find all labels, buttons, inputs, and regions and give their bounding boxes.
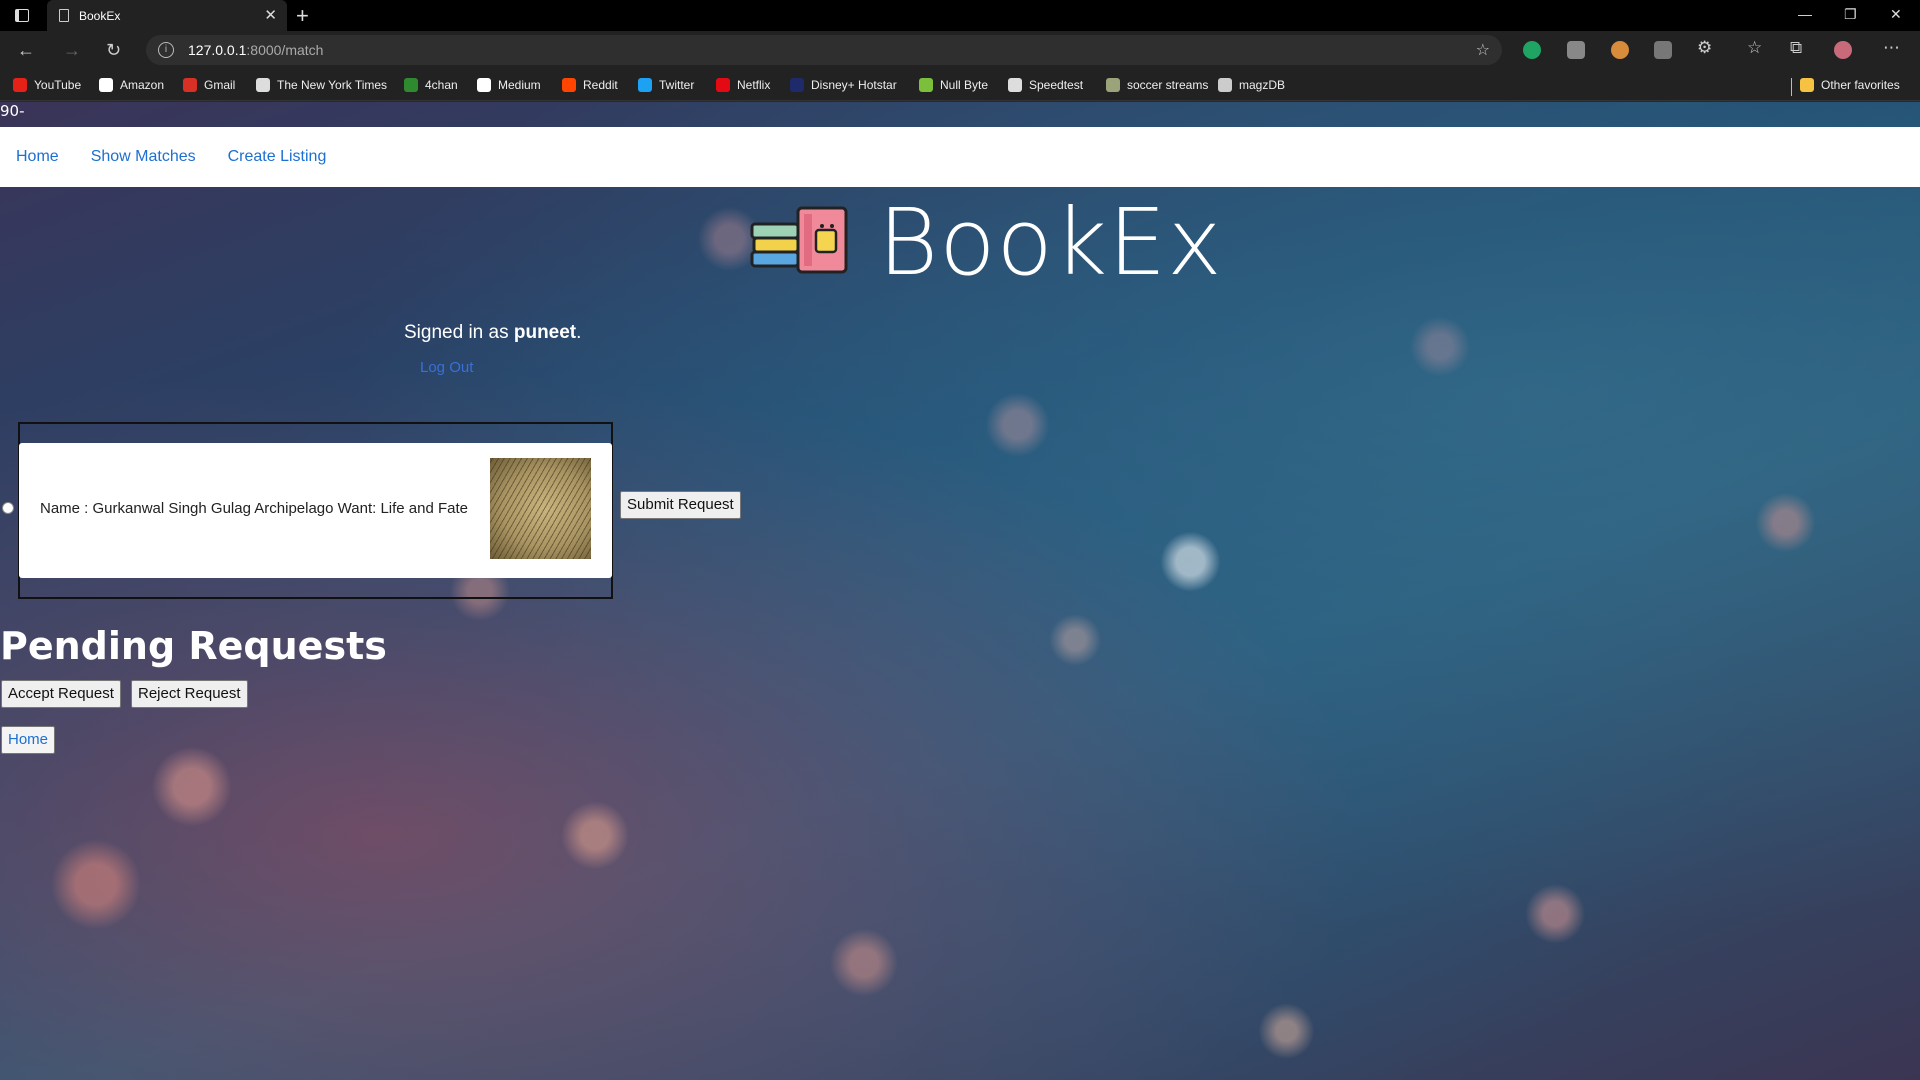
forward-icon[interactable]: → — [63, 40, 81, 61]
extension-badge-icon[interactable] — [1523, 41, 1541, 59]
bookmark-4chan[interactable]: 4chan — [404, 78, 458, 92]
bookmark-netflix[interactable]: Netflix — [716, 78, 770, 92]
home-button[interactable]: Home — [1, 726, 56, 754]
bookmarks-bar: YouTube Amazon Gmail The New York Times 4cha… — [0, 71, 1920, 101]
signed-in-status: Signed in as puneet. — [404, 322, 581, 344]
magzdb-icon — [1218, 78, 1232, 92]
bookmark-label: YouTube — [34, 78, 82, 92]
bookmarks-divider — [1791, 78, 1792, 96]
url-host: 127.0.0.1 — [188, 42, 247, 58]
netflix-icon — [716, 78, 730, 92]
back-icon[interactable]: ← — [17, 40, 35, 61]
browser-tab[interactable]: BookEx ✕ — [47, 0, 287, 31]
reject-request-button[interactable]: Reject Request — [131, 680, 248, 708]
signed-in-suffix: . — [576, 322, 582, 343]
gmail-icon — [183, 78, 197, 92]
speedtest-icon — [1008, 78, 1022, 92]
bookmark-null-byte[interactable]: Null Byte — [919, 78, 988, 92]
hotstar-icon — [790, 78, 804, 92]
bookmark-disney-hotstar[interactable]: Disney+ Hotstar — [790, 78, 897, 92]
bookmark-reddit[interactable]: Reddit — [562, 78, 618, 92]
minimize-icon[interactable]: — — [1798, 6, 1812, 22]
extension-face-icon[interactable] — [1611, 41, 1629, 59]
bookmark-label: Gmail — [204, 78, 236, 92]
bookmark-label: Amazon — [120, 78, 165, 92]
bookmark-label: soccer streams — [1127, 78, 1209, 92]
twitter-icon — [638, 78, 652, 92]
bookmark-label: The New York Times — [277, 78, 388, 92]
match-description: Name : Gurkanwal Singh Gulag Archipelago… — [40, 500, 469, 517]
brand-header: BookEx — [750, 189, 1223, 296]
match-radio[interactable] — [2, 502, 14, 514]
signed-in-prefix: Signed in as — [404, 322, 514, 343]
folder-icon — [1800, 78, 1814, 92]
soccer-icon — [1106, 78, 1120, 92]
bookmark-medium[interactable]: Medium — [477, 78, 541, 92]
favorite-star-icon[interactable]: ☆ — [1476, 40, 1490, 60]
extension-screen-icon[interactable] — [1654, 41, 1672, 59]
bookmark-speedtest[interactable]: Speedtest — [1008, 78, 1083, 92]
logout-link[interactable]: Log Out — [420, 359, 473, 376]
site-info-icon[interactable]: i — [158, 42, 174, 58]
bookmark-gmail[interactable]: Gmail — [183, 78, 235, 92]
other-favorites[interactable]: Other favorites — [1800, 78, 1900, 92]
bookmark-youtube[interactable]: YouTube — [13, 78, 81, 92]
bookmark-label: Disney+ Hotstar — [811, 78, 897, 92]
bookmark-amazon[interactable]: Amazon — [99, 78, 164, 92]
reddit-icon — [562, 78, 576, 92]
bookmark-label: Speedtest — [1029, 78, 1084, 92]
tab-actions-icon[interactable] — [15, 9, 29, 22]
pending-requests-heading: Pending Requests — [0, 624, 387, 668]
profile-avatar[interactable] — [1834, 41, 1852, 59]
bookmark-the-new-york-times[interactable]: The New York Times — [256, 78, 387, 92]
amazon-icon — [99, 78, 113, 92]
books-logo-icon — [750, 206, 848, 274]
restore-icon[interactable]: ❐ — [1844, 6, 1857, 23]
nav-show-matches-link[interactable]: Show Matches — [91, 148, 196, 166]
page-icon — [59, 9, 69, 22]
refresh-icon[interactable]: ↻ — [106, 40, 121, 61]
medium-icon — [477, 78, 491, 92]
youtube-icon — [13, 78, 27, 92]
close-tab-icon[interactable]: ✕ — [264, 6, 277, 24]
stray-text: 90- — [0, 102, 25, 120]
collections-icon[interactable]: ⧉ — [1790, 38, 1802, 58]
accept-request-button[interactable]: Accept Request — [1, 680, 121, 708]
more-menu-icon[interactable]: ⋯ — [1883, 38, 1900, 58]
address-toolbar: ← → ↻ i 127.0.0.1:8000/match ☆ ⚙ ☆ ⧉ ⋯ — [0, 31, 1920, 71]
browser-tab-strip: BookEx ✕ + — ❐ ✕ — [0, 0, 1920, 31]
bookmark-twitter[interactable]: Twitter — [638, 78, 694, 92]
match-card: Name : Gurkanwal Singh Gulag Archipelago… — [19, 443, 612, 578]
bookmark-label: Medium — [498, 78, 541, 92]
extension-icon[interactable] — [1567, 41, 1585, 59]
window-close-icon[interactable]: ✕ — [1890, 6, 1902, 23]
extensions-puzzle-icon[interactable]: ⚙ — [1697, 38, 1712, 58]
bookmark-soccer-streams[interactable]: soccer streams — [1106, 78, 1208, 92]
book-thumbnail — [490, 458, 591, 559]
bookmark-label: Reddit — [583, 78, 618, 92]
web-page: 90- Home Show Matches Create Listing Boo… — [0, 102, 1920, 1080]
url-path: :8000/match — [246, 42, 324, 58]
address-bar[interactable]: i 127.0.0.1:8000/match ☆ — [146, 35, 1502, 65]
nyt-icon — [256, 78, 270, 92]
bookmark-label: Netflix — [737, 78, 771, 92]
bookmark-label: magzDB — [1239, 78, 1286, 92]
bookmark-label: 4chan — [425, 78, 458, 92]
bookmark-label: Null Byte — [940, 78, 989, 92]
nav-home-link[interactable]: Home — [16, 148, 59, 166]
bookmark-label: Twitter — [659, 78, 695, 92]
4chan-icon — [404, 78, 418, 92]
favorites-icon[interactable]: ☆ — [1747, 38, 1762, 58]
submit-request-button[interactable]: Submit Request — [620, 491, 741, 519]
tab-title: BookEx — [79, 8, 121, 23]
site-navbar: Home Show Matches Create Listing — [0, 127, 1920, 187]
username: puneet — [513, 322, 577, 343]
nav-create-listing-link[interactable]: Create Listing — [228, 148, 327, 166]
other-favorites-label: Other favorites — [1821, 78, 1900, 92]
nullbyte-icon — [919, 78, 933, 92]
brand-title: BookEx — [878, 188, 1223, 296]
bookmark-magzdb[interactable]: magzDB — [1218, 78, 1285, 92]
new-tab-icon[interactable]: + — [296, 3, 309, 29]
